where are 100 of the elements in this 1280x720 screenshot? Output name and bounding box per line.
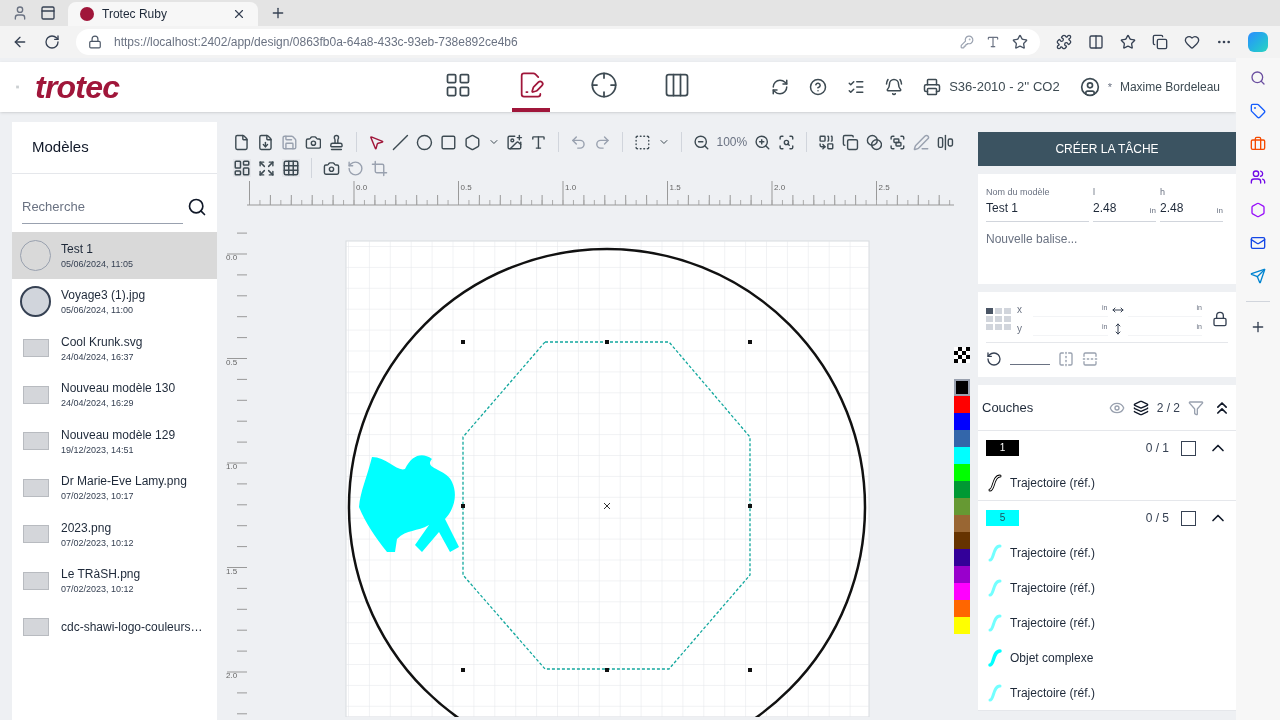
anchor-grid-icon[interactable] bbox=[986, 308, 1011, 330]
color-swatch[interactable] bbox=[954, 464, 970, 481]
model-list-item[interactable]: Nouveau modèle 129 19/12/2023, 14:51 bbox=[12, 418, 217, 465]
circle-tool-icon[interactable] bbox=[416, 133, 433, 151]
copilot-icon[interactable] bbox=[1248, 32, 1268, 52]
color-swatch[interactable] bbox=[954, 549, 970, 566]
polygon-tool-icon[interactable] bbox=[463, 133, 481, 151]
rectangle-tool-icon[interactable] bbox=[439, 133, 457, 151]
briefcase-icon[interactable] bbox=[1250, 136, 1266, 152]
model-list-item[interactable]: Dr Marie-Eve Lamy.png 07/02/2023, 10:17 bbox=[12, 464, 217, 511]
layer-object-item[interactable]: Trajectoire (réf.) bbox=[978, 535, 1236, 570]
tag-icon[interactable] bbox=[1250, 103, 1266, 119]
address-bar[interactable]: https://localhost:2402/app/design/0863fb0a-64a8-433c-93eb-738e892ce4b6 bbox=[76, 29, 1040, 55]
layer-object-item[interactable]: Objet complexe bbox=[978, 640, 1236, 675]
search-icon[interactable] bbox=[1250, 70, 1266, 86]
office-icon[interactable] bbox=[1250, 202, 1266, 218]
grid-toggle-icon[interactable] bbox=[282, 159, 300, 177]
layer-object-item[interactable]: Trajectoire (réf.) bbox=[978, 570, 1236, 605]
filter-icon[interactable] bbox=[1188, 399, 1204, 416]
user-name[interactable]: Maxime Bordeleau bbox=[1119, 78, 1220, 96]
import-icon[interactable] bbox=[256, 133, 274, 151]
text-field[interactable]: Test 1 bbox=[986, 199, 1089, 222]
color-swatch[interactable] bbox=[954, 515, 970, 532]
zoom-fit-icon[interactable] bbox=[778, 133, 795, 151]
line-tool-icon[interactable] bbox=[392, 133, 409, 151]
color-swatch[interactable] bbox=[954, 379, 970, 396]
people-icon[interactable] bbox=[1250, 169, 1266, 185]
zoom-out-icon[interactable] bbox=[692, 133, 710, 151]
layer-object-item[interactable]: Trajectoire (réf.) bbox=[978, 465, 1236, 500]
union-icon[interactable] bbox=[817, 133, 835, 151]
text-field[interactable]: 2.48 in bbox=[1093, 199, 1156, 222]
layer-color-badge[interactable]: 5 bbox=[986, 510, 1019, 526]
sync-settings-icon[interactable] bbox=[771, 78, 790, 96]
close-tab-icon[interactable] bbox=[232, 7, 246, 21]
new-tab-icon[interactable] bbox=[270, 5, 286, 21]
layer-checkbox[interactable] bbox=[1181, 510, 1196, 526]
help-icon[interactable] bbox=[809, 78, 828, 96]
model-list-item[interactable]: cdc-shawi-logo-couleurs… bbox=[12, 604, 217, 651]
text-tool-icon[interactable] bbox=[530, 133, 548, 151]
model-list-item[interactable]: Cool Krunk.svg 24/04/2024, 16:37 bbox=[12, 325, 217, 372]
camera-add-icon[interactable] bbox=[304, 133, 322, 151]
checker-swatch[interactable] bbox=[954, 347, 970, 363]
select-pointer-icon[interactable] bbox=[368, 133, 386, 151]
tab-actions-icon[interactable] bbox=[40, 5, 56, 21]
color-swatch[interactable] bbox=[954, 447, 970, 464]
send-icon[interactable] bbox=[1250, 268, 1266, 284]
collections-icon[interactable] bbox=[1152, 34, 1168, 50]
color-swatch[interactable] bbox=[954, 498, 970, 515]
extensions-icon[interactable] bbox=[1056, 34, 1072, 50]
layers-icon[interactable] bbox=[1132, 399, 1149, 416]
color-swatch[interactable] bbox=[954, 396, 970, 413]
layer-object-item[interactable]: Trajectoire (réf.) bbox=[978, 675, 1236, 710]
tag-field[interactable]: Nouvelle balise... bbox=[986, 229, 1228, 248]
model-list-item[interactable]: 2023.png 07/02/2023, 10:12 bbox=[12, 511, 217, 558]
expand-icon[interactable] bbox=[258, 159, 275, 177]
notifications-icon[interactable] bbox=[885, 78, 904, 96]
checklist-icon[interactable] bbox=[847, 78, 866, 96]
model-list-item[interactable]: Test 1 05/06/2024, 11:05 bbox=[12, 232, 217, 279]
camera-icon[interactable] bbox=[323, 159, 340, 177]
text-field[interactable]: 2.48 in bbox=[1160, 199, 1223, 222]
exclude-icon[interactable] bbox=[865, 133, 883, 151]
intersect-icon[interactable] bbox=[841, 133, 859, 151]
key-icon[interactable] bbox=[960, 35, 974, 49]
subtract-icon[interactable] bbox=[889, 133, 907, 151]
model-list-item[interactable]: Le TRàSH.png 07/02/2023, 10:12 bbox=[12, 557, 217, 604]
favorites-icon[interactable] bbox=[1120, 34, 1136, 50]
new-file-icon[interactable] bbox=[233, 133, 250, 151]
favorite-icon[interactable] bbox=[1012, 34, 1028, 50]
read-aloud-icon[interactable] bbox=[986, 35, 1000, 49]
color-swatch[interactable] bbox=[954, 583, 970, 600]
search-icon[interactable] bbox=[187, 197, 207, 217]
image-add-icon[interactable] bbox=[506, 133, 524, 151]
color-swatch[interactable] bbox=[954, 413, 970, 430]
zoom-in-icon[interactable] bbox=[754, 133, 772, 151]
create-job-button[interactable]: CRÉER LA TÂCHE bbox=[978, 132, 1236, 166]
lock-ratio-icon[interactable] bbox=[1212, 311, 1228, 327]
color-swatch[interactable] bbox=[954, 481, 970, 498]
rotate-icon[interactable] bbox=[986, 351, 1002, 367]
search-field[interactable]: Recherche bbox=[22, 190, 183, 224]
browser-tab[interactable]: Trotec Ruby bbox=[68, 2, 258, 26]
health-icon[interactable] bbox=[1184, 34, 1200, 50]
model-list-item[interactable]: Nouveau modèle 130 24/04/2024, 16:29 bbox=[12, 371, 217, 418]
profile-icon[interactable] bbox=[12, 5, 28, 21]
stamp-icon[interactable] bbox=[328, 133, 346, 151]
color-swatch[interactable] bbox=[954, 532, 970, 549]
add-icon[interactable] bbox=[1250, 319, 1266, 335]
color-swatch[interactable] bbox=[954, 600, 970, 617]
back-icon[interactable] bbox=[12, 34, 28, 50]
layer-checkbox[interactable] bbox=[1181, 440, 1196, 456]
color-swatch[interactable] bbox=[954, 430, 970, 447]
snap-icon[interactable] bbox=[233, 159, 251, 177]
model-list-item[interactable]: Voyage3 (1).jpg 05/06/2024, 11:00 bbox=[12, 278, 217, 325]
split-screen-icon[interactable] bbox=[1088, 34, 1104, 50]
layer-color-badge[interactable]: 1 bbox=[986, 440, 1019, 456]
align-icon[interactable] bbox=[937, 133, 955, 151]
machine-name[interactable]: S36-2010 - 2'' CO2 bbox=[949, 77, 1060, 97]
layer-object-item[interactable]: Trajectoire (réf.) bbox=[978, 605, 1236, 640]
mail-icon[interactable] bbox=[1250, 235, 1266, 251]
arrange-icon[interactable] bbox=[633, 133, 651, 151]
reload-icon[interactable] bbox=[44, 34, 60, 50]
